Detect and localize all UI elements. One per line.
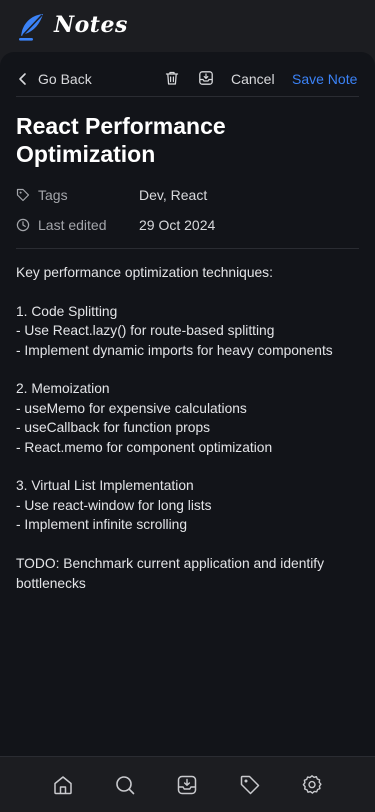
go-back-button[interactable]: Go Back (16, 68, 92, 90)
nav-search[interactable] (113, 773, 137, 797)
tag-icon (16, 188, 30, 202)
clock-icon (16, 218, 30, 232)
archive-download-icon (199, 71, 213, 85)
nav-tags[interactable] (238, 773, 262, 797)
archive-button[interactable] (196, 68, 216, 88)
last-edited-label: Last edited (38, 217, 107, 233)
delete-button[interactable] (162, 68, 182, 88)
note-editor-card: Go Back Cancel Save Note React Performan… (0, 52, 375, 756)
go-back-label: Go Back (38, 71, 92, 87)
nav-settings[interactable] (300, 773, 324, 797)
tags-label: Tags (38, 187, 68, 203)
nav-home[interactable] (51, 773, 75, 797)
tags-value[interactable]: Dev, React (139, 187, 207, 203)
archive-icon (177, 775, 197, 795)
bottom-navigation (0, 756, 375, 812)
search-icon (116, 776, 135, 795)
home-icon (54, 776, 72, 795)
tags-row: Tags Dev, React (16, 184, 359, 206)
trash-icon (165, 71, 179, 85)
note-body[interactable]: Key performance optimization techniques:… (16, 263, 361, 593)
nav-archive[interactable] (175, 773, 199, 797)
note-toolbar: Go Back Cancel Save Note (16, 62, 359, 97)
app-brand: Notes (54, 12, 128, 38)
chevron-left-icon (19, 73, 26, 85)
save-note-button[interactable]: Save Note (292, 71, 357, 87)
last-edited-row: Last edited 29 Oct 2024 (16, 214, 359, 236)
tag-icon (240, 775, 260, 795)
note-title[interactable]: React Performance Optimization (16, 112, 359, 168)
app-header: Notes (0, 0, 375, 52)
divider (16, 248, 359, 249)
feather-icon (19, 14, 43, 41)
cancel-button[interactable]: Cancel (231, 71, 275, 87)
last-edited-value: 29 Oct 2024 (139, 217, 216, 233)
settings-icon (302, 775, 322, 794)
